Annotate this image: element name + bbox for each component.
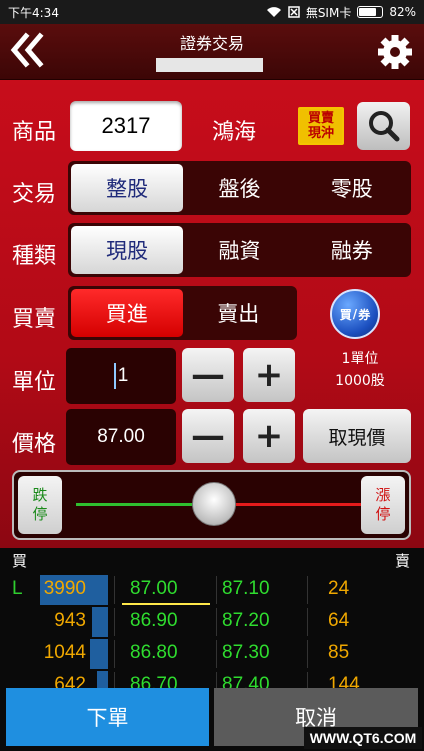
buy-sell-switch-button[interactable]: 買 / 券 bbox=[330, 289, 380, 339]
account-selector[interactable] bbox=[156, 58, 263, 72]
battery-percent: 82% bbox=[389, 5, 416, 19]
price-slider-knob[interactable] bbox=[192, 482, 236, 526]
order-book-row[interactable]: 943 86.90 87.20 64 bbox=[0, 606, 424, 638]
row-divider bbox=[216, 576, 217, 604]
limit-up-char-2: 停 bbox=[375, 505, 391, 523]
order-book-row[interactable]: 1044 86.80 87.30 85 bbox=[0, 638, 424, 670]
price-plus-button[interactable]: + bbox=[243, 409, 295, 463]
ask-volume: 85 bbox=[328, 642, 350, 663]
gear-icon bbox=[378, 35, 412, 69]
price-label: 價格 bbox=[12, 432, 57, 457]
ask-header: 賣 bbox=[394, 552, 410, 570]
watermark: WWW.QT6.COM bbox=[304, 727, 422, 749]
order-book-row[interactable]: L 3990 87.00 87.10 24 bbox=[0, 574, 424, 606]
type-label: 種類 bbox=[12, 244, 57, 269]
switch-char-2: 券 bbox=[358, 307, 371, 322]
type-option-short[interactable]: 融券 bbox=[296, 226, 408, 274]
limit-down-char-2: 停 bbox=[32, 505, 48, 523]
unit-info: 1單位 1000股 bbox=[316, 348, 404, 392]
row-divider bbox=[114, 576, 115, 604]
product-label: 商品 bbox=[12, 120, 57, 145]
unit-minus-button[interactable]: — bbox=[182, 348, 234, 402]
row-divider bbox=[216, 640, 217, 668]
current-price-underline bbox=[122, 603, 210, 605]
limit-down-button[interactable]: 跌停 bbox=[18, 476, 62, 534]
battery-fill bbox=[359, 8, 376, 16]
battery-icon bbox=[357, 6, 384, 18]
limit-up-char-1: 漲 bbox=[375, 486, 391, 504]
ask-price[interactable]: 87.30 bbox=[222, 642, 270, 664]
row-divider bbox=[307, 608, 308, 636]
ask-volume: 24 bbox=[328, 578, 350, 599]
trade-option-odd-lot[interactable]: 零股 bbox=[296, 164, 408, 212]
place-order-button[interactable]: 下單 bbox=[6, 688, 209, 746]
row-divider bbox=[307, 576, 308, 604]
limit-up-button[interactable]: 漲停 bbox=[361, 476, 405, 534]
row-divider bbox=[114, 640, 115, 668]
sim-status: 無SIM卡 bbox=[305, 5, 352, 20]
row-marker: L bbox=[12, 578, 23, 599]
price-input[interactable]: 87.00 bbox=[66, 409, 176, 465]
order-form: 商品 2317 鴻海 買賣 現沖 交易 整股 盤後 零股 種類 現股 融資 融券… bbox=[0, 80, 424, 548]
type-option-cash[interactable]: 現股 bbox=[71, 226, 184, 274]
trade-option-board-lot[interactable]: 整股 bbox=[71, 164, 184, 212]
search-icon bbox=[369, 111, 400, 142]
header-bar: 證券交易 bbox=[0, 24, 424, 80]
slider-track-up bbox=[220, 503, 364, 506]
unit-plus-button[interactable]: + bbox=[243, 348, 295, 402]
daytrade-line2: 現沖 bbox=[307, 126, 334, 141]
limit-down-char-1: 跌 bbox=[32, 486, 48, 504]
side-option-sell[interactable]: 賣出 bbox=[183, 289, 295, 337]
trade-segment: 整股 盤後 零股 bbox=[68, 161, 411, 215]
side-segment: 買進 賣出 bbox=[68, 286, 297, 340]
unit-label: 單位 bbox=[12, 370, 57, 395]
unit-input[interactable]: 1 bbox=[66, 348, 176, 404]
order-book-header: 買 賣 bbox=[0, 548, 424, 572]
status-right: 無SIM卡 82% bbox=[266, 4, 416, 21]
bid-price[interactable]: 87.00 bbox=[130, 578, 178, 600]
text-cursor bbox=[113, 363, 116, 389]
bid-volume: 943 bbox=[54, 610, 86, 631]
price-minus-button[interactable]: — bbox=[182, 409, 234, 463]
unit-value: 1 bbox=[117, 365, 129, 386]
status-time: 下午4:34 bbox=[8, 5, 59, 20]
side-option-buy[interactable]: 買進 bbox=[71, 289, 183, 337]
ask-volume: 64 bbox=[328, 610, 350, 631]
type-segment: 現股 融資 融券 bbox=[68, 223, 411, 277]
daytrade-line1: 買賣 bbox=[307, 111, 334, 126]
stock-code-input[interactable]: 2317 bbox=[70, 101, 182, 151]
bid-volume-bar bbox=[90, 639, 108, 669]
no-sim-icon bbox=[288, 6, 300, 18]
app-window: 下午4:34 無SIM卡 82% 證券交易 商品 2317 鴻海 買賣 現沖 交… bbox=[0, 0, 424, 751]
ask-price[interactable]: 87.20 bbox=[222, 610, 270, 632]
ask-price[interactable]: 87.10 bbox=[222, 578, 270, 600]
bid-price[interactable]: 86.90 bbox=[130, 610, 178, 632]
row-divider bbox=[114, 608, 115, 636]
side-label: 買賣 bbox=[12, 307, 57, 332]
switch-char-1: 買 bbox=[339, 307, 352, 322]
status-bar: 下午4:34 無SIM卡 82% bbox=[0, 0, 424, 24]
slider-track-down bbox=[76, 503, 198, 506]
settings-button[interactable] bbox=[376, 32, 414, 72]
type-option-margin[interactable]: 融資 bbox=[183, 226, 295, 274]
bid-price[interactable]: 86.80 bbox=[130, 642, 178, 664]
current-price-button[interactable]: 取現價 bbox=[303, 409, 411, 463]
trade-label: 交易 bbox=[12, 182, 57, 207]
bid-volume: 3990 bbox=[43, 578, 86, 599]
row-divider bbox=[307, 640, 308, 668]
bid-header: 買 bbox=[12, 552, 28, 570]
search-button[interactable] bbox=[357, 102, 410, 150]
daytrade-toggle[interactable]: 買賣 現沖 bbox=[298, 107, 344, 145]
page-title: 證券交易 bbox=[179, 34, 244, 53]
unit-info-line2: 1000股 bbox=[335, 373, 385, 389]
wifi-icon bbox=[266, 7, 281, 17]
unit-info-line1: 1單位 bbox=[341, 351, 379, 367]
trade-option-after-hours[interactable]: 盤後 bbox=[183, 164, 295, 212]
price-slider-panel: 跌停 漲停 bbox=[12, 470, 411, 540]
row-divider bbox=[216, 608, 217, 636]
stock-name: 鴻海 bbox=[212, 120, 257, 145]
bid-volume-bar bbox=[91, 607, 108, 637]
bid-volume: 1044 bbox=[43, 642, 86, 663]
